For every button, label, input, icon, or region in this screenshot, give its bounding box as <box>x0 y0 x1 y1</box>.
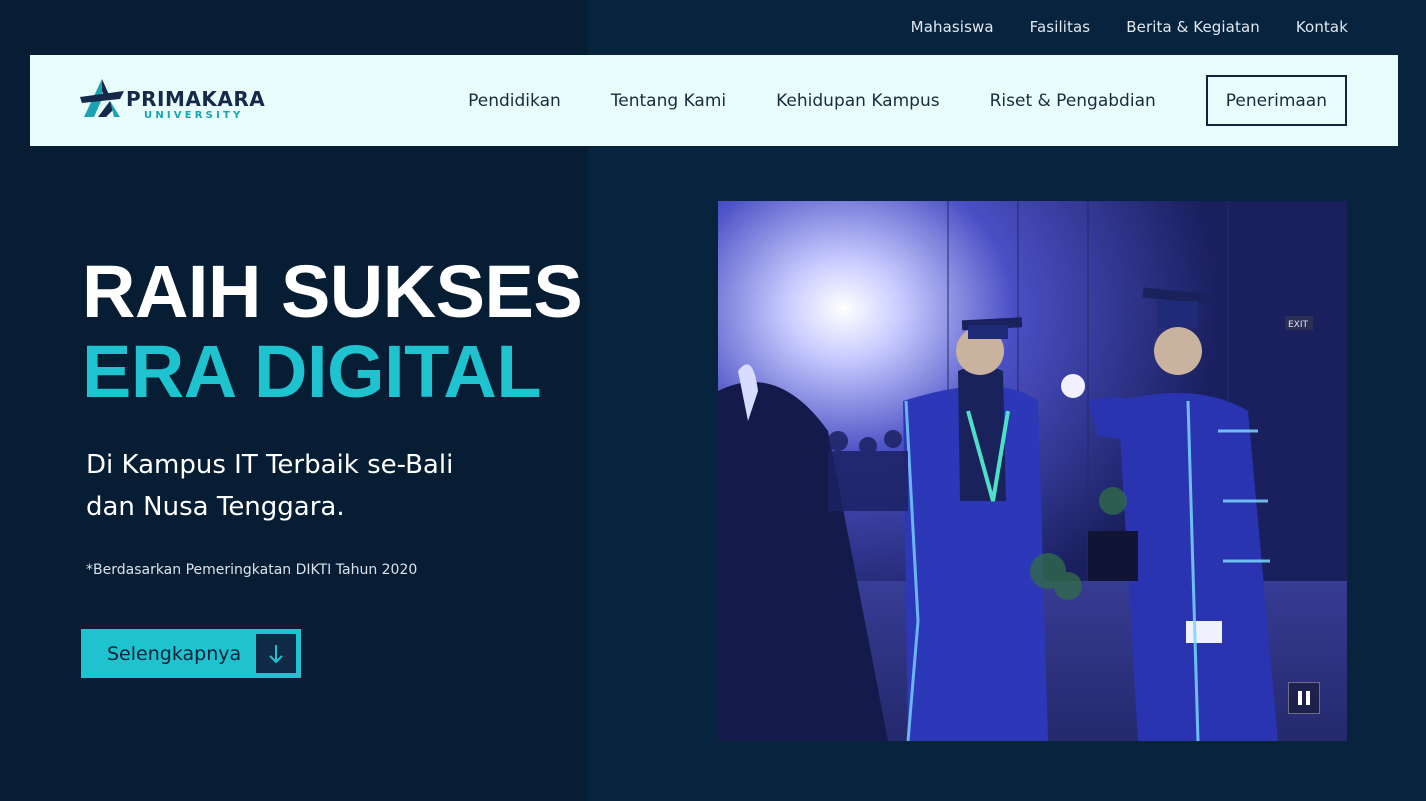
nav-pendidikan[interactable]: Pendidikan <box>468 91 561 111</box>
nav-riset-pengabdian[interactable]: Riset & Pengabdian <box>990 91 1156 111</box>
logo-text: PRIMAKARA UNIVERSITY <box>126 77 265 122</box>
logo-name: PRIMAKARA <box>126 87 266 111</box>
penerimaan-button[interactable]: Penerimaan <box>1205 75 1347 126</box>
selengkapnya-button[interactable]: Selengkapnya <box>81 629 301 678</box>
primakara-logo-icon <box>80 79 124 117</box>
utility-link-berita-kegiatan[interactable]: Berita & Kegiatan <box>1126 18 1260 36</box>
site-logo[interactable]: PRIMAKARA UNIVERSITY <box>80 77 265 122</box>
main-nav: Pendidikan Tentang Kami Kehidupan Kampus… <box>468 73 1347 128</box>
utility-link-fasilitas[interactable]: Fasilitas <box>1030 18 1091 36</box>
hero-video[interactable]: EXIT <box>718 201 1347 741</box>
nav-tentang-kami[interactable]: Tentang Kami <box>611 91 726 111</box>
hero-title-line2: ERA DIGITAL <box>82 330 542 413</box>
hero-subtitle-line2: dan Nusa Tenggara. <box>86 492 345 522</box>
pause-icon[interactable] <box>1288 682 1320 714</box>
utility-nav: Mahasiswa Fasilitas Berita & Kegiatan Ko… <box>911 0 1426 54</box>
exit-sign-text: EXIT <box>1288 320 1309 330</box>
utility-link-mahasiswa[interactable]: Mahasiswa <box>911 18 994 36</box>
main-header: PRIMAKARA UNIVERSITY Pendidikan Tentang … <box>30 55 1398 146</box>
utility-link-kontak[interactable]: Kontak <box>1296 18 1348 36</box>
nav-kehidupan-kampus[interactable]: Kehidupan Kampus <box>776 91 939 111</box>
arrow-down-icon <box>256 634 296 673</box>
hero-footnote: *Berdasarkan Pemeringkatan DIKTI Tahun 2… <box>86 562 418 578</box>
hero-subtitle-line1: Di Kampus IT Terbaik se-Bali <box>86 450 454 480</box>
hero-subtitle: Di Kampus IT Terbaik se-Bali dan Nusa Te… <box>86 444 506 528</box>
hero-title-line1: RAIH SUKSES <box>82 250 583 333</box>
graduation-ceremony-image: EXIT <box>718 201 1347 741</box>
selengkapnya-label: Selengkapnya <box>107 642 242 665</box>
logo-subtitle: UNIVERSITY <box>144 110 244 121</box>
